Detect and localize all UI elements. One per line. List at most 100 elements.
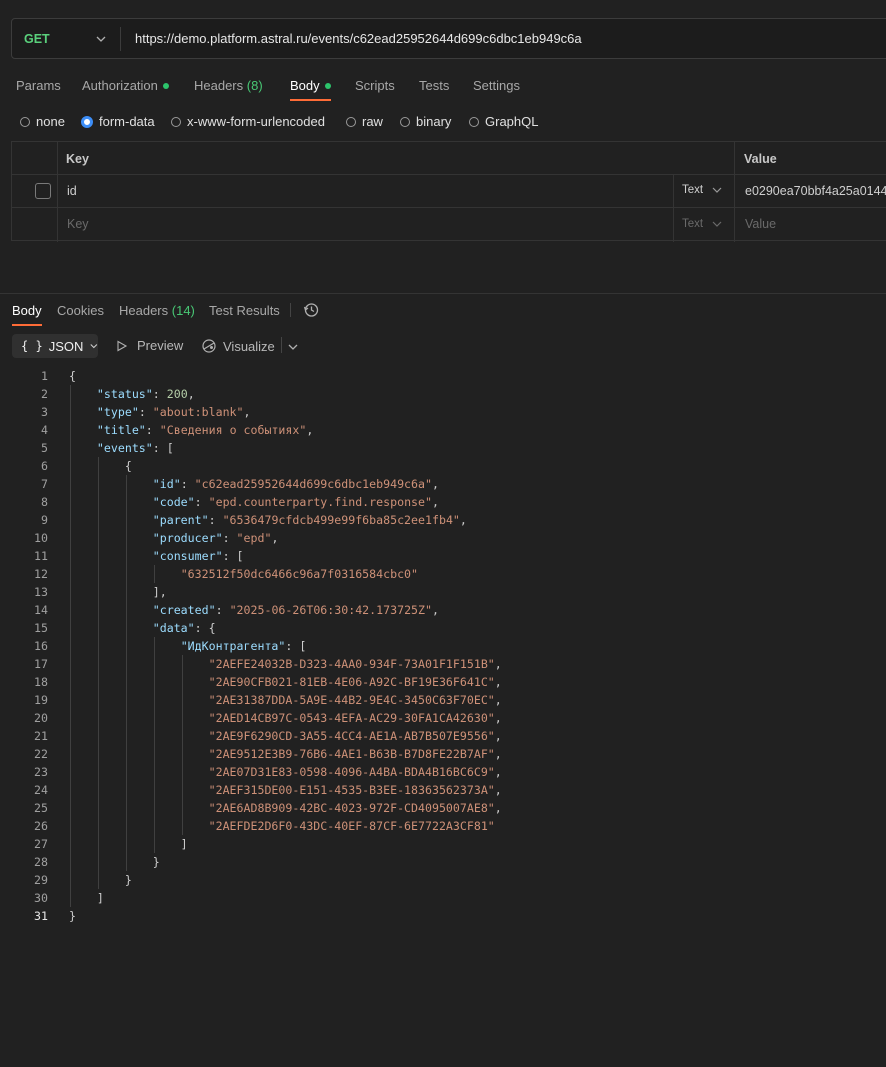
row-enable-checkbox[interactable] — [35, 183, 51, 199]
code-text: "2AE6AD8B909-42BC-4023-972F-CD4095007AE8… — [208, 801, 502, 815]
radio-x-www-form-urlencoded[interactable]: x-www-form-urlencoded — [171, 114, 325, 129]
chevron-down-icon — [90, 344, 98, 349]
radio-form-data[interactable]: form-data — [81, 114, 155, 129]
code-line: 25 "2AE6AD8B909-42BC-4023-972F-CD4095007… — [0, 799, 886, 817]
row-key-input[interactable]: id — [67, 184, 77, 198]
line-number: 17 — [34, 657, 48, 671]
http-method-select[interactable]: GET — [24, 32, 50, 46]
tab-settings[interactable]: Settings — [473, 78, 520, 93]
code-text: "status": 200, — [96, 387, 195, 401]
code-line: 10 "producer": "epd", — [0, 529, 886, 547]
line-number: 5 — [41, 441, 48, 455]
response-tab-test-results[interactable]: Test Results — [209, 303, 280, 318]
indent-guide — [154, 565, 155, 583]
row-type-select[interactable]: Text — [682, 184, 722, 196]
active-tab-underline — [12, 324, 42, 326]
tab-separator — [290, 303, 291, 317]
code-line: 6 { — [0, 457, 886, 475]
line-number: 13 — [34, 585, 48, 599]
tab-tests[interactable]: Tests — [419, 78, 449, 93]
code-line: 1{ — [0, 367, 886, 385]
code-text: "code": "epd.counterparty.find.response"… — [152, 495, 439, 509]
code-text: "data": { — [152, 621, 216, 635]
line-number: 2 — [41, 387, 48, 401]
new-value-input[interactable]: Value — [745, 217, 776, 231]
code-text: "consumer": [ — [152, 549, 244, 563]
line-number: 9 — [41, 513, 48, 527]
code-text: } — [69, 855, 160, 869]
indent-guide — [154, 637, 155, 853]
code-text: "type": "about:blank", — [96, 405, 251, 419]
code-line: 17 "2AEFE24032B-D323-4AA0-934F-73A01F1F1… — [0, 655, 886, 673]
indent-guide — [126, 475, 127, 871]
line-number: 3 — [41, 405, 48, 419]
line-number: 7 — [41, 477, 48, 491]
line-number: 22 — [34, 747, 48, 761]
code-line: 24 "2AEF315DE00-E151-4535-B3EE-183635623… — [0, 781, 886, 799]
radio-circle[interactable] — [469, 116, 479, 127]
pane-divider[interactable] — [0, 293, 886, 294]
row-value-input[interactable]: e0290ea70bbf4a25a0144 — [745, 184, 886, 198]
new-key-input[interactable]: Key — [67, 217, 89, 231]
column-header-key: Key — [66, 152, 89, 166]
new-type-select[interactable]: Text — [682, 218, 722, 230]
code-text: ] — [69, 891, 104, 905]
radio-circle-selected[interactable] — [81, 115, 93, 128]
visualize-button[interactable]: Visualize — [201, 338, 275, 354]
radio-circle[interactable] — [171, 116, 181, 127]
chevron-down-icon[interactable] — [96, 32, 106, 47]
response-tab-headers[interactable]: Headers (14) — [119, 303, 195, 318]
radio-raw[interactable]: raw — [346, 114, 383, 129]
code-text: "2AE90CFB021-81EB-4E06-A92C-BF19E36F641C… — [208, 675, 502, 689]
preview-button[interactable]: Preview — [116, 338, 183, 353]
radio-circle[interactable] — [20, 116, 30, 127]
code-line: 18 "2AE90CFB021-81EB-4E06-A92C-BF19E36F6… — [0, 673, 886, 691]
code-line: 22 "2AE9512E3B9-76B6-4AE1-B63B-B7D8FE22B… — [0, 745, 886, 763]
radio-circle[interactable] — [346, 116, 356, 127]
response-json-viewer[interactable]: 1{2 "status": 200, 3 "type": "about:blank… — [0, 367, 886, 925]
code-line: 11 "consumer": [ — [0, 547, 886, 565]
code-text: "events": [ — [96, 441, 174, 455]
tab-headers[interactable]: Headers (8) — [194, 78, 263, 93]
code-text: "2AE9512E3B9-76B6-4AE1-B63B-B7D8FE22B7AF… — [208, 747, 502, 761]
tab-body[interactable]: Body — [290, 78, 331, 93]
code-text: "2AED14CB97C-0543-4EFA-AC29-30FA1CA42630… — [208, 711, 502, 725]
tab-scripts[interactable]: Scripts — [355, 78, 395, 93]
line-number: 26 — [34, 819, 48, 833]
format-select[interactable]: { } JSON — [12, 334, 98, 358]
chevron-down-icon[interactable] — [288, 340, 298, 355]
code-line: 4 "title": "Сведения о событиях", — [0, 421, 886, 439]
indent-guide — [98, 457, 99, 889]
code-text: "2AE9F6290CD-3A55-4CC4-AE1A-AB7B507E9556… — [208, 729, 502, 743]
code-text: "producer": "epd", — [152, 531, 279, 545]
code-line: 9 "parent": "6536479cfdcb499e99f6ba85c2e… — [0, 511, 886, 529]
radio-binary[interactable]: binary — [400, 114, 451, 129]
url-input[interactable]: https://demo.platform.astral.ru/events/c… — [135, 31, 582, 46]
history-icon[interactable] — [303, 302, 319, 321]
code-line: 20 "2AED14CB97C-0543-4EFA-AC29-30FA1CA42… — [0, 709, 886, 727]
response-tab-body[interactable]: Body — [12, 303, 42, 318]
radio-none[interactable]: none — [20, 114, 65, 129]
code-line: 8 "code": "epd.counterparty.find.respons… — [0, 493, 886, 511]
line-number: 14 — [34, 603, 48, 617]
code-text: "2AE31387DDA-5A9E-44B2-9E4C-3450C63F70EC… — [208, 693, 502, 707]
tab-params[interactable]: Params — [16, 78, 61, 93]
line-number: 21 — [34, 729, 48, 743]
code-line: 31} — [0, 907, 886, 925]
radio-graphql[interactable]: GraphQL — [469, 114, 538, 129]
response-tab-cookies[interactable]: Cookies — [57, 303, 104, 318]
radio-circle[interactable] — [400, 116, 410, 127]
line-number: 15 — [34, 621, 48, 635]
code-line: 26 "2AEFDE2D6F0-43DC-40EF-87CF-6E7722A3C… — [0, 817, 886, 835]
table-row-new: Key Text Value — [12, 208, 886, 241]
active-indicator-dot — [324, 82, 331, 89]
json-braces-icon: { } — [21, 339, 43, 353]
line-number: 18 — [34, 675, 48, 689]
code-line: 2 "status": 200, — [0, 385, 886, 403]
code-text: "2AEFDE2D6F0-43DC-40EF-87CF-6E7722A3CF81… — [208, 819, 495, 833]
indent-guide — [70, 385, 71, 907]
chevron-down-icon — [712, 187, 722, 193]
code-text: "created": "2025-06-26T06:30:42.173725Z"… — [152, 603, 439, 617]
play-icon — [117, 340, 128, 351]
tab-authorization[interactable]: Authorization — [82, 78, 169, 93]
